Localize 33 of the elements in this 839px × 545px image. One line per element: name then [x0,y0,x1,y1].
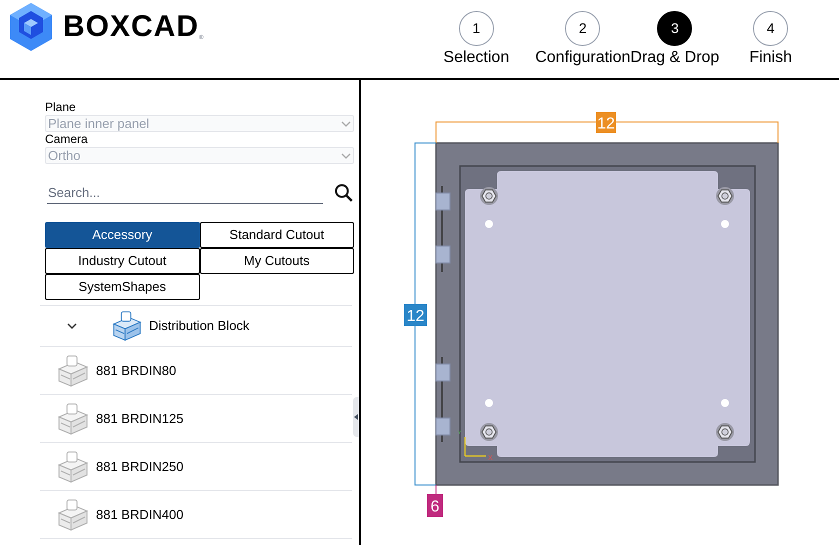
step-label: Configuration [535,48,630,68]
category-tab[interactable]: SystemShapes [45,274,200,300]
tree-item[interactable]: 881 BRDIN400 [40,491,352,539]
category-tab[interactable]: Standard Cutout [200,222,354,248]
category-tab[interactable]: Accessory [45,222,200,248]
tree-item[interactable]: 881 BRDIN125 [40,395,352,443]
step-number[interactable]: 4 [753,11,788,46]
step-label: Finish [749,48,792,68]
enclosure-drawing[interactable] [435,142,779,486]
tree-group-label: Distribution Block [149,317,250,336]
field-label: Plane [45,100,77,115]
step-label: Drag & Drop [630,48,720,68]
tree-group-row[interactable]: Distribution Block [40,305,352,347]
brand-name: BOXCAD [63,12,200,42]
cube-logo-icon [9,2,53,52]
category-tab[interactable]: My Cutouts [200,248,354,274]
step-number[interactable]: 1 [458,11,494,46]
field-label: Camera [45,132,89,147]
chevron-down-icon [341,152,351,158]
step-number[interactable]: 2 [565,11,600,46]
search-icon[interactable] [334,183,354,203]
chevron-down-icon[interactable] [67,321,77,331]
tree-item[interactable]: 881 BRDIN250 [40,443,352,491]
tree-item[interactable]: 881 BRDIN80 [40,347,352,395]
step-label: Selection [443,48,510,68]
chevron-down-icon [341,120,351,126]
category-tab[interactable]: Industry Cutout [45,248,200,274]
search-field[interactable]: Search... [47,182,324,204]
step-number[interactable]: 3 [657,11,692,46]
dimension-label[interactable]: 6 [427,494,443,517]
collapse-handle[interactable] [353,397,359,437]
dimension-label[interactable]: 12 [404,304,427,326]
component-icon [110,309,144,343]
